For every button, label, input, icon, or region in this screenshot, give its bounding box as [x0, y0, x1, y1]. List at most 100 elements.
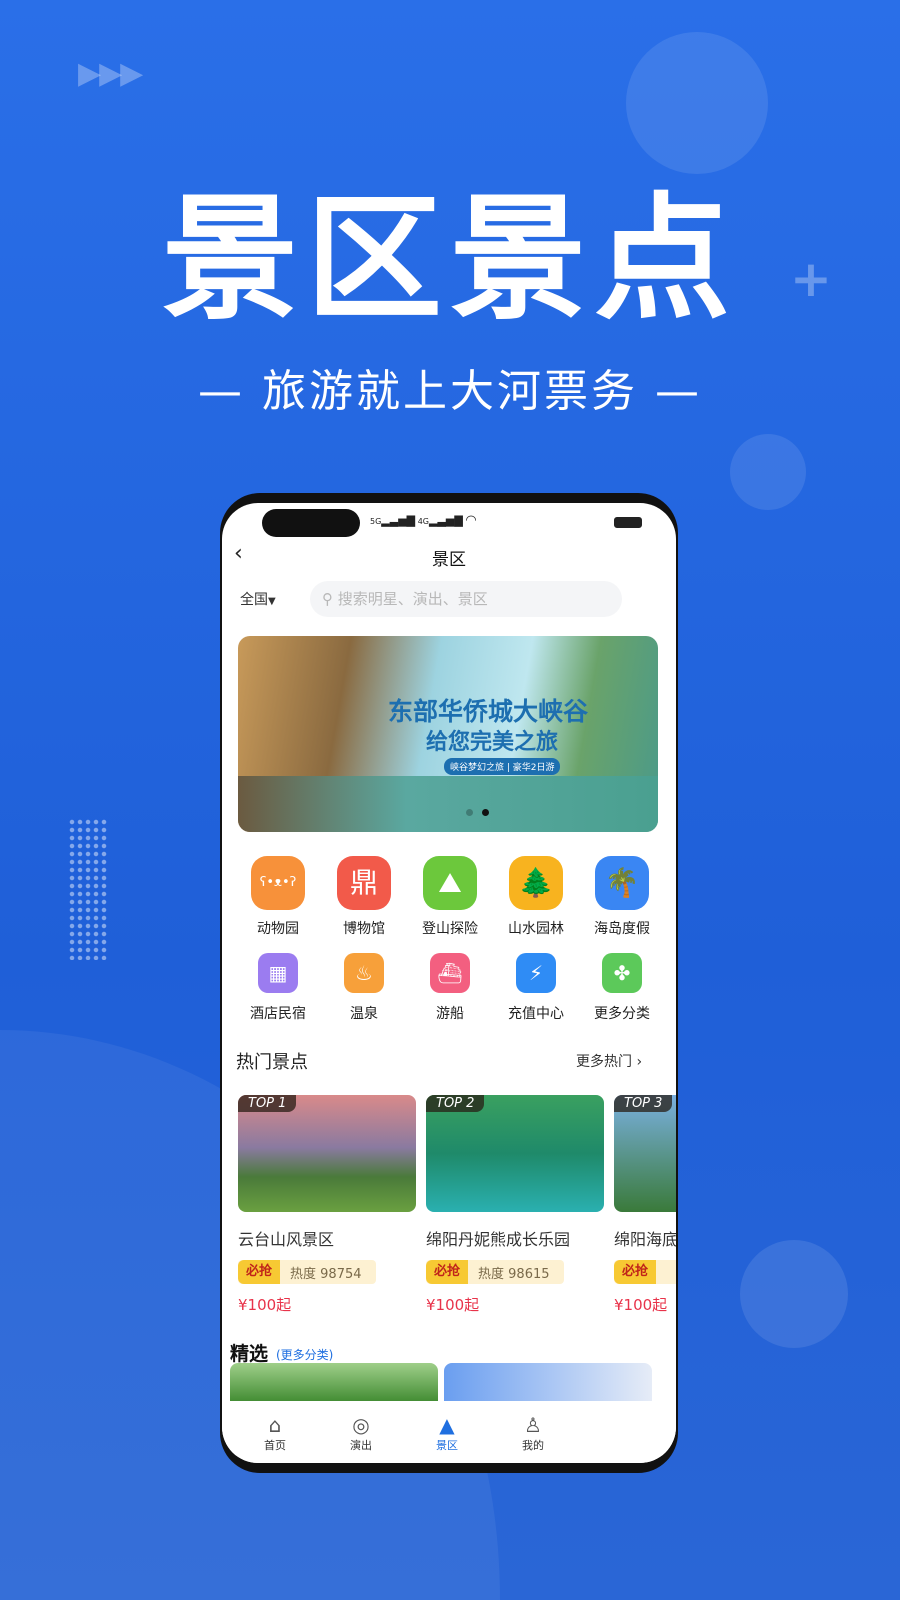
category-label: 更多分类: [594, 1006, 650, 1022]
signal-icon: ▂▃▅▇: [428, 514, 463, 527]
spot-price: ¥100起: [426, 1296, 480, 1314]
palm-island-icon: 🌴: [595, 856, 649, 910]
spot-image: TOP 3: [614, 1095, 676, 1212]
promo-background: ▶▶▶ + 景区景点 — 旅游就上大河票务 — 5G▂▃▅▇ 4G▂▃▅▇ ◠ …: [0, 0, 900, 1600]
dots-decoration: [68, 818, 108, 960]
tab-label: 我的: [522, 1439, 544, 1452]
spot-name: 绵阳丹妮熊成长乐园: [426, 1230, 571, 1249]
heat-value: 热度 98615: [478, 1266, 550, 1282]
search-icon: ⚲: [322, 590, 333, 608]
spot-image: TOP 2: [426, 1095, 604, 1212]
category-label: 动物园: [257, 921, 299, 937]
tab-music-disc[interactable]: ◎ 演出: [316, 1413, 406, 1453]
category-hot-spring[interactable]: ♨ 温泉: [321, 953, 407, 1023]
camera-cutout: [262, 509, 360, 537]
lightning-shield-icon: ⚡: [516, 953, 556, 993]
carousel-dot[interactable]: [466, 809, 473, 816]
banner-lake: [238, 776, 658, 832]
category-palm-island[interactable]: 🌴 海岛度假: [579, 856, 665, 938]
featured-more-link[interactable]: (更多分类): [276, 1346, 333, 1363]
heat-value: 热度 98754: [290, 1266, 362, 1282]
spot-image: TOP 1: [238, 1095, 416, 1212]
category-hotel[interactable]: ▦ 酒店民宿: [235, 953, 321, 1023]
signal-icon: ▂▃▅▇: [381, 514, 416, 527]
category-panda[interactable]: ʕ•ᴥ•ʔ 动物园: [235, 856, 321, 938]
featured-card[interactable]: [444, 1363, 652, 1403]
category-label: 博物馆: [343, 921, 385, 937]
wifi-icon: ◠: [465, 513, 477, 528]
heat-badge: 必抢: [614, 1260, 676, 1284]
spot-price: ¥100起: [614, 1296, 668, 1314]
hot-spot-card[interactable]: TOP 3 绵阳海底世界 必抢 ¥100起: [614, 1095, 676, 1315]
chevron-right-icon: ›: [636, 1054, 643, 1070]
category-label: 山水园林: [508, 921, 564, 937]
grid-icon: ✤: [602, 953, 642, 993]
category-label: 充值中心: [508, 1006, 564, 1022]
category-label: 海岛度假: [594, 921, 650, 937]
ship-icon: ⛴: [430, 953, 470, 993]
tab-home[interactable]: ⌂ 首页: [230, 1413, 320, 1453]
caret-down-icon: ▼: [268, 596, 276, 607]
category-label: 温泉: [350, 1006, 378, 1022]
hero-subtitle: — 旅游就上大河票务 —: [198, 366, 702, 417]
category-label: 酒店民宿: [250, 1006, 306, 1022]
category-forest[interactable]: 🌲 山水园林: [493, 856, 579, 938]
carousel-dot-active[interactable]: [482, 809, 489, 816]
rank-badge: TOP 3: [614, 1095, 673, 1112]
tab-user[interactable]: ♙ 我的: [488, 1413, 578, 1453]
rank-badge: TOP 2: [426, 1095, 485, 1112]
category-ship[interactable]: ⛴ 游船: [407, 953, 493, 1023]
spot-name: 绵阳海底世界: [614, 1230, 676, 1249]
search-placeholder: 搜索明星、演出、景区: [337, 590, 488, 608]
hot-spring-icon: ♨: [344, 953, 384, 993]
rank-badge: TOP 1: [238, 1095, 297, 1112]
tab-mountain[interactable]: ▲ 景区: [402, 1413, 492, 1453]
heat-badge: 必抢 热度 98754: [238, 1260, 376, 1284]
category-cauldron[interactable]: 鼎博物馆: [321, 856, 407, 938]
home-icon: ⌂: [268, 1413, 282, 1437]
tab-label: 首页: [264, 1439, 286, 1452]
cauldron-icon: 鼎: [337, 856, 391, 910]
page-title: 景区: [432, 550, 466, 570]
net-4g: 4G: [417, 517, 429, 526]
category-grid[interactable]: ✤ 更多分类: [579, 953, 665, 1023]
hot-spot-card[interactable]: TOP 2 绵阳丹妮熊成长乐园 必抢 热度 98615 ¥100起: [426, 1095, 604, 1315]
user-icon: ♙: [524, 1413, 542, 1437]
phone-screen: 5G▂▃▅▇ 4G▂▃▅▇ ◠ ‹ 景区 全国▼ ⚲ 搜索明星、演出、景区 东部…: [222, 503, 676, 1463]
panda-icon: ʕ•ᴥ•ʔ: [251, 856, 305, 910]
must-grab-tag: 必抢: [614, 1260, 657, 1284]
forest-icon: 🌲: [509, 856, 563, 910]
tab-label: 演出: [350, 1439, 372, 1452]
region-label: 全国: [240, 592, 268, 608]
hero-title: 景区景点: [162, 181, 738, 339]
signal-status: 5G▂▃▅▇ 4G▂▃▅▇ ◠: [370, 513, 477, 528]
arrows-decoration: ▶▶▶: [78, 56, 143, 91]
search-input[interactable]: ⚲ 搜索明星、演出、景区: [310, 581, 622, 617]
hiker-icon: ⛰: [423, 856, 477, 910]
net-5g: 5G: [370, 517, 382, 526]
category-lightning-shield[interactable]: ⚡ 充值中心: [493, 953, 579, 1023]
phone-frame: 5G▂▃▅▇ 4G▂▃▅▇ ◠ ‹ 景区 全国▼ ⚲ 搜索明星、演出、景区 东部…: [220, 493, 678, 1473]
featured-card[interactable]: [230, 1363, 438, 1403]
must-grab-tag: 必抢: [426, 1260, 469, 1284]
hot-spot-card[interactable]: TOP 1 云台山风景区 必抢 热度 98754 ¥100起: [238, 1095, 416, 1315]
more-hot-label: 更多热门: [576, 1054, 632, 1070]
more-hot-link[interactable]: 更多热门 ›: [576, 1051, 642, 1071]
banner-tag: 峡谷梦幻之旅 | 豪华2日游: [444, 758, 561, 775]
banner-subline: 给您完美之旅: [426, 730, 559, 755]
spot-name: 云台山风景区: [238, 1230, 335, 1249]
region-selector[interactable]: 全国▼: [240, 589, 276, 609]
circle-decoration: [730, 434, 806, 510]
heat-badge: 必抢 热度 98615: [426, 1260, 564, 1284]
mountain-icon: ▲: [439, 1413, 455, 1437]
featured-title: 精选: [230, 1343, 269, 1365]
hot-section-title: 热门景点: [236, 1052, 308, 1073]
tab-label: 景区: [436, 1439, 458, 1452]
battery-icon: [614, 517, 642, 528]
circle-decoration: [740, 1240, 848, 1348]
category-label: 登山探险: [422, 921, 478, 937]
promo-banner[interactable]: 东部华侨城大峡谷 给您完美之旅 峡谷梦幻之旅 | 豪华2日游: [238, 636, 658, 832]
music-disc-icon: ◎: [352, 1413, 370, 1437]
category-hiker[interactable]: ⛰ 登山探险: [407, 856, 493, 938]
must-grab-tag: 必抢: [238, 1260, 281, 1284]
